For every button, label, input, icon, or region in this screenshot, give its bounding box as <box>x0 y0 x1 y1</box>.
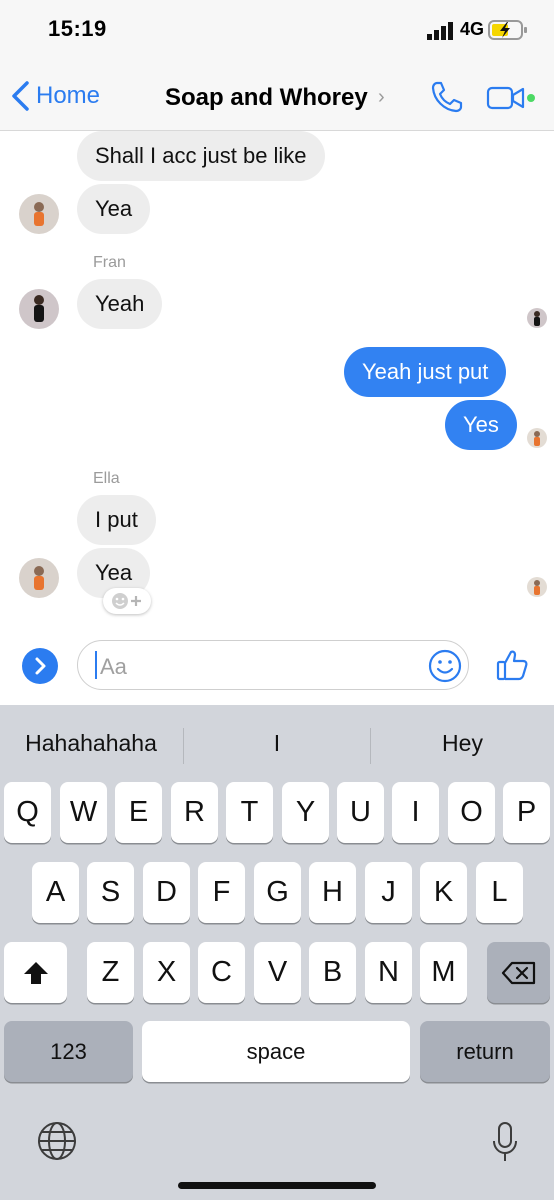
dictation-button[interactable] <box>490 1120 520 1164</box>
key-j[interactable]: J <box>365 862 412 923</box>
suggestion-item[interactable]: Hahahahaha <box>0 730 182 757</box>
message-bubble-incoming[interactable]: Shall I acc just be like <box>77 131 325 181</box>
key-v[interactable]: V <box>254 942 301 1003</box>
like-button[interactable] <box>495 648 529 682</box>
key-a[interactable]: A <box>32 862 79 923</box>
network-type: 4G <box>460 19 485 39</box>
return-key[interactable]: return <box>420 1021 550 1082</box>
key-b[interactable]: B <box>309 942 356 1003</box>
key-y[interactable]: Y <box>282 782 329 843</box>
key-p[interactable]: P <box>503 782 550 843</box>
message-bubble-outgoing[interactable]: Yes <box>445 400 517 450</box>
key-s[interactable]: S <box>87 862 134 923</box>
text-cursor <box>95 651 97 679</box>
shift-arrow-icon <box>23 961 48 984</box>
status-time: 15:19 <box>48 16 107 41</box>
avatar[interactable] <box>19 194 59 234</box>
shift-key[interactable] <box>4 942 67 1003</box>
chevron-right-icon: › <box>378 86 385 108</box>
key-o[interactable]: O <box>448 782 495 843</box>
microphone-icon <box>493 1122 517 1161</box>
key-t[interactable]: T <box>226 782 273 843</box>
key-f[interactable]: F <box>198 862 245 923</box>
video-call-button[interactable] <box>486 84 538 112</box>
key-x[interactable]: X <box>143 942 190 1003</box>
sender-name: Ella <box>93 470 120 487</box>
key-g[interactable]: G <box>254 862 301 923</box>
suggestion-item[interactable]: I <box>184 730 370 757</box>
key-q[interactable]: Q <box>4 782 51 843</box>
read-receipt-avatar <box>527 308 547 328</box>
chevron-left-icon <box>12 81 29 111</box>
video-camera-icon <box>486 86 535 110</box>
home-indicator[interactable] <box>178 1182 376 1189</box>
key-i[interactable]: I <box>392 782 439 843</box>
backspace-icon <box>501 961 535 984</box>
numbers-key[interactable]: 123 <box>4 1021 133 1082</box>
key-d[interactable]: D <box>143 862 190 923</box>
emoji-reaction-icon <box>112 593 141 609</box>
message-bubble-incoming[interactable]: Yeah <box>77 279 163 329</box>
space-key[interactable]: space <box>142 1021 410 1082</box>
message-input-placeholder: Aa <box>100 654 127 679</box>
key-w[interactable]: W <box>60 782 107 843</box>
sender-name: Fran <box>93 254 126 271</box>
back-button[interactable]: Home <box>10 80 100 112</box>
read-receipt-avatar <box>527 577 547 597</box>
expand-actions-button[interactable] <box>22 648 58 684</box>
suggestion-item[interactable]: Hey <box>371 730 554 757</box>
emoji-button[interactable] <box>428 649 462 683</box>
back-label: Home <box>36 82 101 109</box>
globe-button[interactable] <box>36 1120 78 1162</box>
key-z[interactable]: Z <box>87 942 134 1003</box>
add-reaction-button[interactable] <box>103 588 151 614</box>
key-k[interactable]: K <box>420 862 467 923</box>
phone-call-button[interactable] <box>430 80 464 114</box>
avatar[interactable] <box>19 558 59 598</box>
thumbs-up-icon <box>496 650 528 681</box>
globe-icon <box>38 1122 76 1160</box>
read-receipt-avatar <box>527 428 547 448</box>
message-bubble-incoming[interactable]: Yea <box>77 184 151 234</box>
backspace-key[interactable] <box>487 942 550 1003</box>
avatar[interactable] <box>19 289 59 329</box>
key-m[interactable]: M <box>420 942 467 1003</box>
key-n[interactable]: N <box>365 942 412 1003</box>
key-l[interactable]: L <box>476 862 523 923</box>
phone-icon <box>431 81 463 113</box>
key-u[interactable]: U <box>337 782 384 843</box>
battery-icon <box>488 19 528 41</box>
message-bubble-outgoing[interactable]: Yeah just put <box>344 347 507 397</box>
signal-icon <box>427 22 455 40</box>
key-r[interactable]: R <box>171 782 218 843</box>
key-h[interactable]: H <box>309 862 356 923</box>
key-c[interactable]: C <box>198 942 245 1003</box>
message-input[interactable] <box>77 640 469 690</box>
message-bubble-incoming[interactable]: I put <box>77 495 156 545</box>
chevron-right-icon <box>35 657 46 675</box>
smiley-icon <box>428 649 462 683</box>
key-e[interactable]: E <box>115 782 162 843</box>
chat-title[interactable]: Soap and Whorey <box>165 84 368 112</box>
